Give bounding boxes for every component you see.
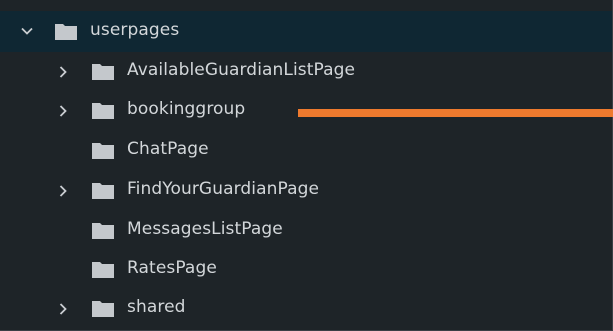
project-file-tree: userpages AvailableGuardianListPage book… [0, 0, 613, 331]
chevron-right-icon[interactable] [56, 184, 70, 198]
tree-item-userpages[interactable]: userpages [0, 11, 612, 52]
folder-icon [92, 223, 114, 239]
tree-item-label: RatesPage [127, 258, 217, 278]
tree-item-findyourguardianpage[interactable]: FindYourGuardianPage [0, 171, 612, 210]
tree-item-availableguardianlistpage[interactable]: AvailableGuardianListPage [0, 52, 612, 91]
chevron-right-icon[interactable] [56, 104, 70, 118]
chevron-right-icon[interactable] [56, 302, 70, 316]
tree-item-label: ChatPage [127, 139, 209, 159]
folder-icon [92, 301, 114, 317]
tree-item-shared[interactable]: shared [0, 289, 612, 328]
tree-item-label: bookinggroup [127, 99, 246, 119]
folder-icon [92, 64, 114, 80]
tree-item-ratespage[interactable]: RatesPage [0, 250, 612, 289]
tree-item-label: FindYourGuardianPage [127, 179, 320, 199]
tree-item-label: MessagesListPage [127, 219, 283, 239]
tree-item-messageslistpage[interactable]: MessagesListPage [0, 211, 612, 250]
tree-item-chatpage[interactable]: ChatPage [0, 131, 612, 170]
folder-icon [92, 103, 114, 119]
annotation-highlight-bar [298, 109, 613, 117]
chevron-down-icon[interactable] [20, 24, 34, 38]
tree-item-label: shared [127, 297, 186, 317]
folder-icon [92, 183, 114, 199]
chevron-right-icon[interactable] [56, 65, 70, 79]
tree-item-label: userpages [90, 20, 180, 40]
folder-icon [55, 24, 77, 40]
tree-item-label: AvailableGuardianListPage [127, 60, 356, 80]
folder-icon [92, 143, 114, 159]
folder-icon [92, 262, 114, 278]
